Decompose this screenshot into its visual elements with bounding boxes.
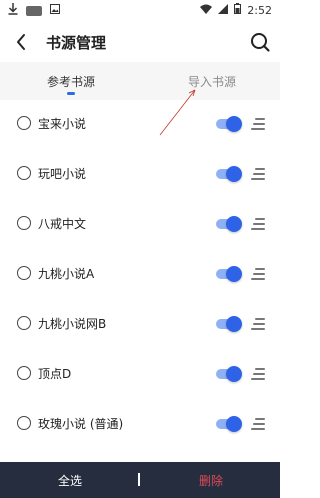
status-time: 2:52	[247, 3, 272, 17]
enable-toggle[interactable]	[214, 166, 242, 182]
list-item: 九桃小说网B	[0, 300, 280, 350]
page-title: 书源管理	[46, 34, 107, 52]
source-name: 九桃小说A	[38, 267, 95, 281]
list-item: 玩吧小说	[0, 150, 280, 200]
download-icon	[8, 3, 18, 18]
drag-handle-icon[interactable]	[251, 168, 265, 180]
list-item: 宝来小说	[0, 100, 280, 150]
drag-handle-icon[interactable]	[251, 418, 265, 430]
drag-handle-icon[interactable]	[251, 368, 265, 380]
image-icon	[50, 4, 60, 17]
source-name: 八戒中文	[38, 217, 87, 231]
enable-toggle[interactable]	[214, 266, 242, 282]
select-radio[interactable]	[17, 216, 31, 230]
source-name: 宝来小说	[38, 117, 87, 131]
enable-toggle[interactable]	[214, 216, 242, 232]
select-radio[interactable]	[17, 116, 31, 130]
wifi-icon	[200, 4, 213, 17]
notification-app-icon	[26, 5, 42, 16]
source-name: 玫瑰小说 (普通)	[38, 417, 124, 431]
drag-handle-icon[interactable]	[251, 218, 265, 230]
drag-handle-icon[interactable]	[251, 268, 265, 280]
bottom-divider	[138, 473, 140, 486]
battery-icon	[234, 3, 242, 17]
enable-toggle[interactable]	[214, 366, 242, 382]
list-item: 顶点D	[0, 350, 280, 400]
enable-toggle[interactable]	[214, 116, 242, 132]
tab-active-indicator	[67, 92, 75, 95]
select-radio[interactable]	[17, 366, 31, 380]
list-item: 九桃小说A	[0, 250, 280, 300]
search-icon	[251, 33, 270, 52]
select-radio[interactable]	[17, 416, 31, 430]
back-button[interactable]	[10, 30, 34, 54]
status-bar: 2:52	[0, 0, 280, 20]
tab-reference-sources[interactable]: 参考书源	[47, 73, 95, 90]
drag-handle-icon[interactable]	[251, 318, 265, 330]
list-item: 八戒中文	[0, 200, 280, 250]
tab-import-sources[interactable]: 导入书源	[188, 73, 236, 90]
status-left	[8, 3, 60, 18]
source-name: 玩吧小说	[38, 167, 87, 181]
select-radio[interactable]	[17, 266, 31, 280]
enable-toggle[interactable]	[214, 416, 242, 432]
source-name: 顶点D	[38, 367, 72, 381]
status-right: 2:52	[200, 3, 272, 17]
select-all-button[interactable]: 全选	[58, 472, 82, 489]
screen: 2:52 书源管理 参考书源 导入书源 宝来小说 玩吧小说 八戒中文 九桃小说A…	[0, 0, 280, 498]
delete-button[interactable]: 删除	[199, 472, 223, 489]
select-radio[interactable]	[17, 316, 31, 330]
enable-toggle[interactable]	[214, 316, 242, 332]
select-radio[interactable]	[17, 166, 31, 180]
app-bar: 书源管理	[0, 22, 280, 62]
search-button[interactable]	[248, 30, 272, 54]
list-item: 玫瑰小说 (普通)	[0, 400, 280, 450]
source-list: 宝来小说 玩吧小说 八戒中文 九桃小说A 九桃小说网B 顶点D 玫瑰小说 (普通…	[0, 100, 280, 450]
signal-icon	[218, 3, 229, 17]
arrow-back-icon	[17, 34, 25, 50]
source-name: 九桃小说网B	[38, 317, 107, 331]
bottom-action-bar: 全选 删除	[0, 462, 280, 498]
tab-bar: 参考书源 导入书源	[0, 62, 280, 100]
drag-handle-icon[interactable]	[251, 118, 265, 130]
